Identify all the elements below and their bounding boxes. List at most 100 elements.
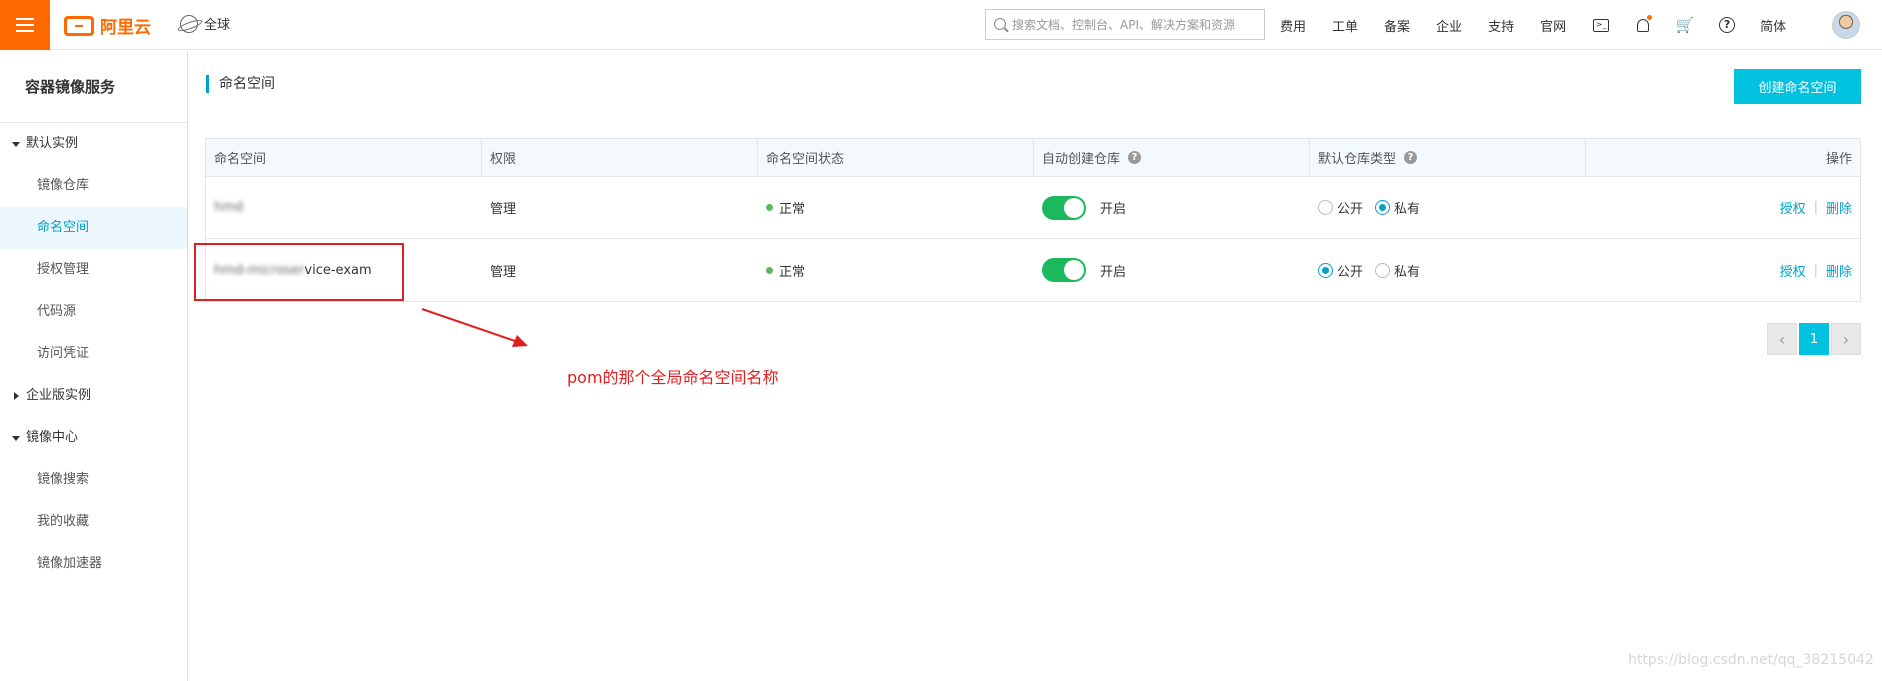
top-nav: 费用 工单 备案 企业 支持 官网 >_ 🛒 ? 简体 — [1280, 0, 1812, 50]
default-type-radio-group: 公开 私有 — [1318, 261, 1428, 280]
question-icon[interactable]: ? — [1128, 151, 1142, 164]
caret-down-icon — [12, 435, 20, 441]
region-selector[interactable]: 全球 — [180, 14, 230, 33]
default-type-radio-group: 公开 私有 — [1318, 198, 1428, 217]
caret-right-icon — [14, 392, 19, 400]
namespace-name: hmd — [206, 177, 482, 238]
delete-link[interactable]: 删除 — [1826, 198, 1852, 217]
nav-official-site[interactable]: 官网 — [1540, 16, 1566, 35]
actions-cell: 授权 | 删除 — [1586, 177, 1860, 238]
permission-cell: 管理 — [490, 202, 517, 217]
sidebar-item-authorization[interactable]: 授权管理 — [0, 249, 187, 291]
search-icon — [994, 18, 1006, 30]
nav-support[interactable]: 支持 — [1488, 16, 1514, 35]
aliyun-logo-icon — [64, 15, 94, 36]
action-separator: | — [1813, 262, 1818, 278]
prev-page-button[interactable]: ‹ — [1767, 323, 1797, 355]
sidebar-group-label: 企业版实例 — [26, 388, 92, 403]
annotation-arrow-icon — [421, 308, 528, 347]
column-header-default-type: 默认仓库类型 ? — [1310, 139, 1586, 176]
namespace-table: 命名空间 权限 命名空间状态 自动创建仓库 ? 默认仓库类型 ? 操作 hmd … — [205, 138, 1861, 302]
globe-icon — [180, 14, 198, 33]
language-selector[interactable]: 简体 — [1760, 16, 1786, 35]
avatar[interactable] — [1832, 11, 1860, 39]
delete-link[interactable]: 删除 — [1826, 261, 1852, 280]
column-header-actions: 操作 — [1825, 152, 1852, 167]
page-title: 命名空间 — [206, 75, 275, 93]
sidebar-item-code-source[interactable]: 代码源 — [0, 291, 187, 333]
toggle-label: 开启 — [1100, 202, 1127, 217]
radio-private-label: 私有 — [1394, 202, 1421, 217]
help-icon[interactable]: ? — [1718, 16, 1736, 34]
nav-enterprise[interactable]: 企业 — [1436, 16, 1462, 35]
sidebar-group-default-instance[interactable]: 默认实例 — [0, 123, 187, 165]
radio-public[interactable] — [1318, 262, 1333, 278]
sidebar-group-label: 镜像中心 — [26, 430, 79, 445]
column-header-auto-create: 自动创建仓库 ? — [1034, 139, 1310, 176]
nav-tickets[interactable]: 工单 — [1332, 16, 1358, 35]
auto-create-cell: 开启 — [1034, 177, 1310, 238]
question-icon[interactable]: ? — [1404, 151, 1418, 164]
radio-private[interactable] — [1375, 200, 1391, 215]
sidebar-item-favorites[interactable]: 我的收藏 — [0, 501, 187, 543]
sidebar-group-image-center[interactable]: 镜像中心 — [0, 417, 187, 459]
top-bar: 阿里云 全球 搜索文档、控制台、API、解决方案和资源 费用 工单 备案 企业 … — [0, 0, 1882, 50]
default-type-cell: 公开 私有 — [1310, 177, 1586, 238]
nav-icp[interactable]: 备案 — [1384, 16, 1410, 35]
annotation-highlight-box — [194, 243, 404, 301]
create-namespace-button[interactable]: 创建命名空间 — [1734, 69, 1861, 104]
page-1-button[interactable]: 1 — [1799, 323, 1829, 355]
nav-fees[interactable]: 费用 — [1280, 16, 1306, 35]
default-type-cell: 公开 私有 — [1310, 239, 1586, 301]
status-text: 正常 — [779, 202, 806, 217]
column-header-namespace: 命名空间 — [206, 139, 482, 176]
auto-create-cell: 开启 — [1034, 239, 1310, 301]
column-header-permission: 权限 — [482, 139, 758, 176]
logo-text: 阿里云 — [100, 18, 151, 38]
actions-cell: 授权 | 删除 — [1586, 239, 1860, 301]
table-row: hmd-microser vice-exam 管理 正常 开启 公开 私有 授权… — [206, 239, 1860, 301]
main-content: 命名空间 创建命名空间 命名空间 权限 命名空间状态 自动创建仓库 ? 默认仓库… — [189, 51, 1882, 681]
sidebar-title: 容器镜像服务 — [0, 51, 187, 123]
sidebar-group-label: 默认实例 — [26, 136, 79, 151]
notification-dot — [1647, 15, 1653, 20]
sidebar-item-image-search[interactable]: 镜像搜索 — [0, 459, 187, 501]
cart-icon[interactable]: 🛒 — [1676, 16, 1695, 34]
pagination: ‹ 1 › — [1767, 323, 1861, 355]
hamburger-menu-button[interactable] — [0, 0, 50, 50]
watermark: https://blog.csdn.net/qq_38215042 — [1628, 652, 1874, 668]
status-cell: 正常 — [758, 177, 1034, 238]
radio-public-label: 公开 — [1337, 264, 1364, 280]
aliyun-logo[interactable]: 阿里云 — [64, 13, 151, 38]
radio-public[interactable] — [1318, 200, 1333, 215]
sidebar-item-namespaces[interactable]: 命名空间 — [0, 207, 187, 249]
caret-down-icon — [12, 141, 20, 147]
next-page-button[interactable]: › — [1831, 323, 1861, 355]
action-separator: | — [1813, 200, 1818, 215]
sidebar-item-repositories[interactable]: 镜像仓库 — [0, 165, 187, 207]
region-label: 全球 — [204, 18, 231, 33]
sidebar-group-enterprise-instance[interactable]: 企业版实例 — [0, 375, 187, 417]
bell-icon[interactable] — [1634, 15, 1653, 34]
annotation-text: pom的那个全局命名空间名称 — [567, 368, 779, 387]
radio-public-label: 公开 — [1337, 202, 1364, 217]
radio-private[interactable] — [1375, 262, 1391, 278]
sidebar: 容器镜像服务 默认实例 镜像仓库 命名空间 授权管理 代码源 访问凭证 企业版实… — [0, 51, 188, 681]
radio-private-label: 私有 — [1394, 264, 1421, 280]
terminal-icon[interactable]: >_ — [1592, 16, 1610, 34]
sidebar-item-image-accelerator[interactable]: 镜像加速器 — [0, 543, 187, 585]
column-header-label: 自动创建仓库 — [1042, 152, 1121, 167]
status-text: 正常 — [779, 264, 806, 280]
status-dot-icon — [766, 204, 773, 211]
auto-create-toggle[interactable] — [1042, 258, 1086, 282]
authorize-link[interactable]: 授权 — [1780, 198, 1806, 217]
search-placeholder: 搜索文档、控制台、API、解决方案和资源 — [1012, 18, 1235, 32]
status-dot-icon — [766, 266, 773, 274]
search-input[interactable]: 搜索文档、控制台、API、解决方案和资源 — [985, 9, 1265, 40]
status-cell: 正常 — [758, 239, 1034, 301]
authorize-link[interactable]: 授权 — [1780, 261, 1806, 280]
sidebar-item-access-credentials[interactable]: 访问凭证 — [0, 333, 187, 375]
table-row: hmd 管理 正常 开启 公开 私有 授权 | 删除 — [206, 177, 1860, 239]
permission-cell: 管理 — [490, 264, 517, 280]
auto-create-toggle[interactable] — [1042, 195, 1086, 220]
